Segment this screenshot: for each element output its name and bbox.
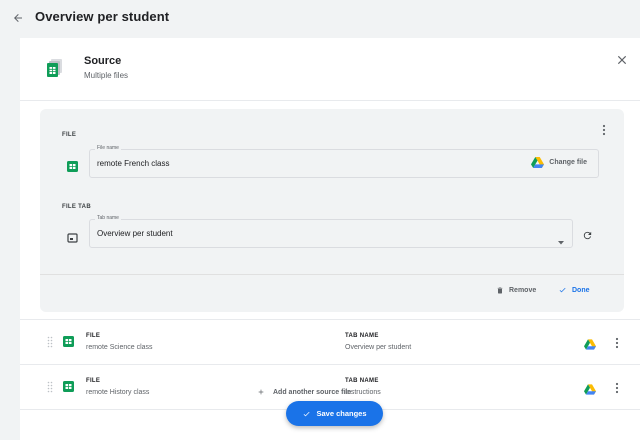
google-drive-icon[interactable]: [584, 382, 596, 395]
source-title: Source: [84, 55, 122, 67]
tab-name-value: Overview per student: [97, 229, 173, 238]
tab-icon: [67, 230, 78, 243]
done-label: Done: [572, 286, 590, 294]
file-name-value: remote French class: [97, 159, 170, 168]
remove-button[interactable]: Remove: [496, 286, 536, 295]
file-label: FILE: [86, 333, 101, 339]
source-header: Source Multiple files: [20, 38, 640, 101]
top-bar: Overview per student: [0, 0, 640, 36]
tab-name: Overview per student: [345, 344, 412, 351]
google-drive-icon: [531, 157, 545, 168]
dropdown-arrow-icon: [558, 232, 564, 245]
done-button[interactable]: Done: [558, 286, 590, 294]
drag-handle-icon[interactable]: [47, 335, 53, 348]
source-file-editor: FILE File name remote French class Chang…: [40, 109, 624, 312]
plus-icon: [258, 389, 264, 395]
file-name: remote History class: [86, 389, 150, 396]
tab-name-label: TAB NAME: [345, 333, 379, 339]
source-subtitle: Multiple files: [84, 71, 129, 80]
more-vert-icon[interactable]: [601, 123, 607, 136]
page-title: Overview per student: [35, 9, 170, 24]
check-icon: [559, 287, 566, 293]
file-tab-section-label: FILE TAB: [62, 204, 91, 210]
card-divider: [40, 274, 624, 275]
google-drive-icon[interactable]: [584, 337, 596, 350]
back-arrow-icon[interactable]: [10, 10, 26, 26]
more-vert-icon[interactable]: [614, 381, 620, 394]
save-changes-button[interactable]: Save changes: [286, 401, 383, 426]
check-icon: [304, 411, 310, 416]
file-label: FILE: [86, 378, 101, 384]
list-item[interactable]: FILE remote Science class TAB NAME Overv…: [20, 319, 640, 364]
drag-handle-icon[interactable]: [47, 380, 53, 393]
tab-name-label: TAB NAME: [345, 378, 379, 384]
trash-icon: [497, 287, 503, 294]
more-vert-icon[interactable]: [614, 336, 620, 349]
change-file-label: Change file: [549, 159, 587, 166]
add-source-file-button[interactable]: Add another source file: [257, 388, 351, 396]
remove-label: Remove: [509, 287, 537, 294]
file-name-legend: File name: [95, 145, 121, 151]
close-icon[interactable]: [615, 53, 629, 67]
source-panel: Source Multiple files FILE File name rem…: [20, 38, 640, 440]
tab-name-legend: Tab name: [95, 215, 121, 221]
file-name: remote Science class: [86, 344, 153, 351]
refresh-icon[interactable]: [582, 228, 593, 240]
sheets-icon: [63, 334, 74, 347]
multiple-files-icon: [46, 58, 64, 78]
save-changes-label: Save changes: [316, 409, 367, 418]
add-source-file-label: Add another source file: [273, 388, 352, 396]
change-file-button[interactable]: Change file: [531, 157, 587, 168]
sheets-icon: [67, 159, 78, 172]
file-section-label: FILE: [62, 132, 77, 138]
sheets-icon: [63, 379, 74, 392]
file-name-field[interactable]: File name remote French class Change fil…: [89, 145, 599, 178]
tab-name-select[interactable]: Tab name Overview per student: [89, 215, 573, 248]
